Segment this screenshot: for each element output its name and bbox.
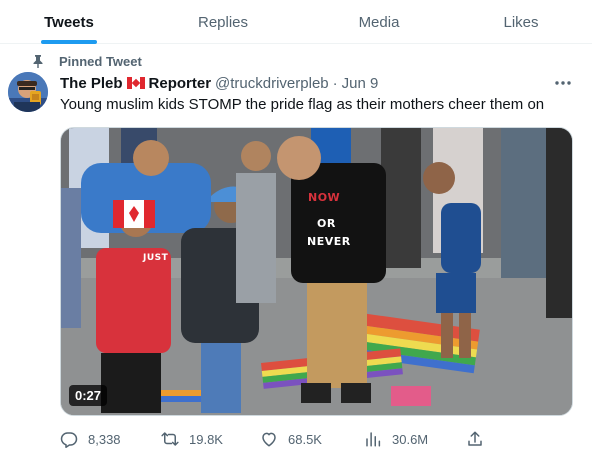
shirt-text-just: JUST — [143, 253, 169, 263]
pinned-label: Pinned Tweet — [59, 53, 142, 69]
share-icon — [468, 431, 482, 446]
retweet-count: 19.8K — [189, 431, 223, 447]
tab-tweets[interactable]: Tweets — [0, 0, 138, 44]
video-player[interactable]: NOW OR NEVER JUST 0:27 — [60, 127, 573, 416]
views-chart-icon — [366, 432, 381, 447]
reply-button[interactable]: 8,338 — [60, 430, 121, 448]
tweet-header: The Pleb Reporter @truckdriverpleb · Jun… — [60, 73, 378, 93]
display-name-part2: Reporter — [148, 74, 212, 92]
display-name[interactable]: The Pleb Reporter — [60, 75, 211, 92]
active-tab-indicator — [41, 40, 97, 44]
heart-icon — [262, 432, 276, 447]
tab-replies-label: Replies — [197, 13, 249, 31]
tab-likes[interactable]: Likes — [450, 0, 592, 44]
display-name-part1: The Pleb — [60, 74, 123, 92]
like-button[interactable]: 68.5K — [260, 430, 322, 448]
video-duration-badge: 0:27 — [69, 385, 108, 406]
retweet-icon — [161, 432, 179, 446]
reply-icon — [60, 432, 78, 448]
tab-media[interactable]: Media — [308, 0, 450, 44]
separator-dot: · — [332, 74, 338, 92]
pinned-indicator: Pinned Tweet — [31, 52, 142, 70]
retweet-button[interactable]: 19.8K — [161, 430, 223, 448]
tweet-text: Young muslim kids STOMP the pride flag a… — [60, 96, 545, 113]
reply-count: 8,338 — [88, 431, 121, 447]
tweet-date[interactable]: Jun 9 — [342, 75, 379, 92]
tweet-actions: 8,338 19.8K 68.5K 30.6M — [60, 426, 580, 452]
profile-tabs: Tweets Replies Media Likes — [0, 0, 592, 44]
like-count: 68.5K — [288, 431, 322, 447]
tab-tweets-label: Tweets — [44, 13, 94, 31]
tab-replies[interactable]: Replies — [138, 0, 308, 44]
avatar[interactable] — [8, 72, 48, 112]
pin-icon — [31, 54, 45, 68]
more-dots-icon[interactable] — [552, 74, 574, 92]
canada-flag-icon — [126, 77, 145, 89]
video-frame — [61, 128, 572, 415]
view-count: 30.6M — [392, 431, 429, 447]
share-button[interactable] — [466, 430, 494, 448]
shirt-text-or: OR — [317, 217, 336, 230]
shirt-text-never: NEVER — [307, 235, 351, 248]
tab-media-label: Media — [358, 13, 400, 31]
views-button[interactable]: 30.6M — [364, 430, 428, 448]
user-handle[interactable]: @truckdriverpleb — [215, 75, 329, 92]
shirt-text-now: NOW — [308, 191, 341, 204]
tab-likes-label: Likes — [503, 13, 539, 31]
